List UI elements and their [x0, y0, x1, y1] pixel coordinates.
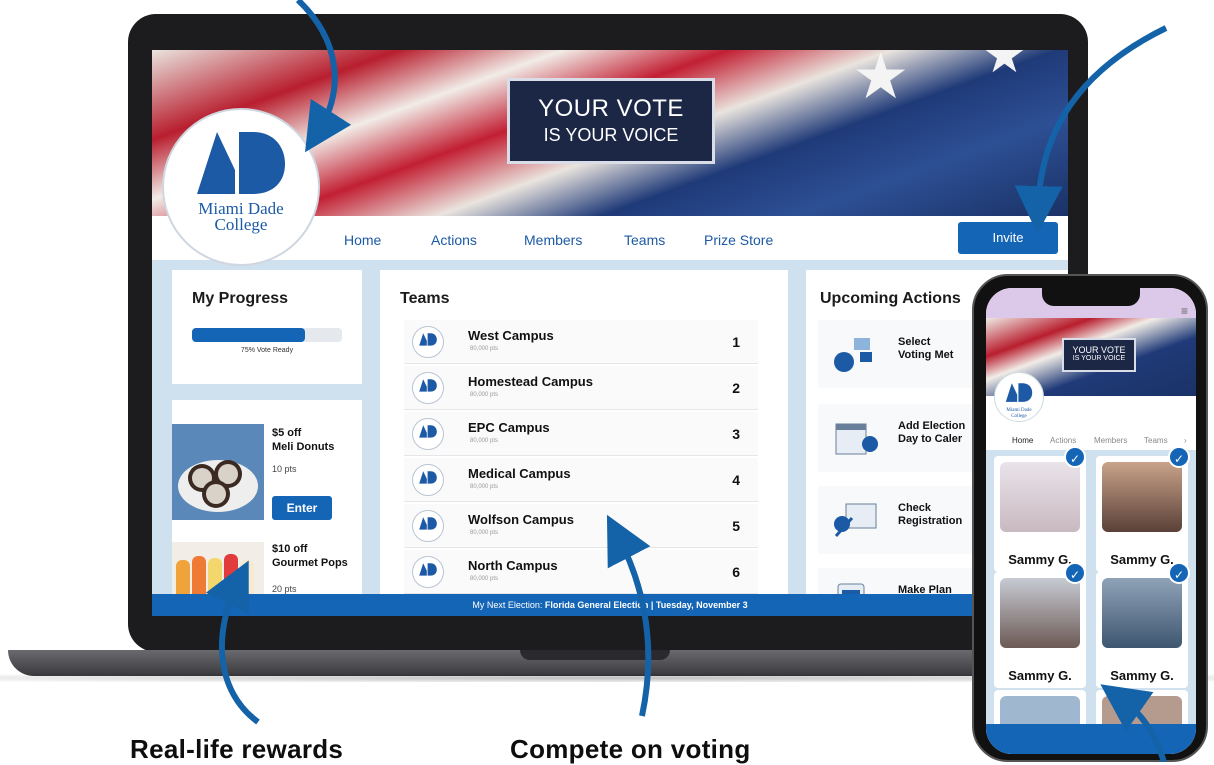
annotation-arrows — [205, 0, 1168, 762]
arrow-to-members — [1100, 684, 1167, 762]
caption-rewards: Real-life rewards — [130, 734, 344, 764]
arrow-to-rewards — [205, 560, 260, 725]
caption-compete: Compete on voting — [510, 734, 751, 764]
arrow-to-teams — [606, 514, 652, 717]
arrow-to-invite — [1014, 25, 1168, 234]
arrow-to-logo — [295, 0, 352, 153]
